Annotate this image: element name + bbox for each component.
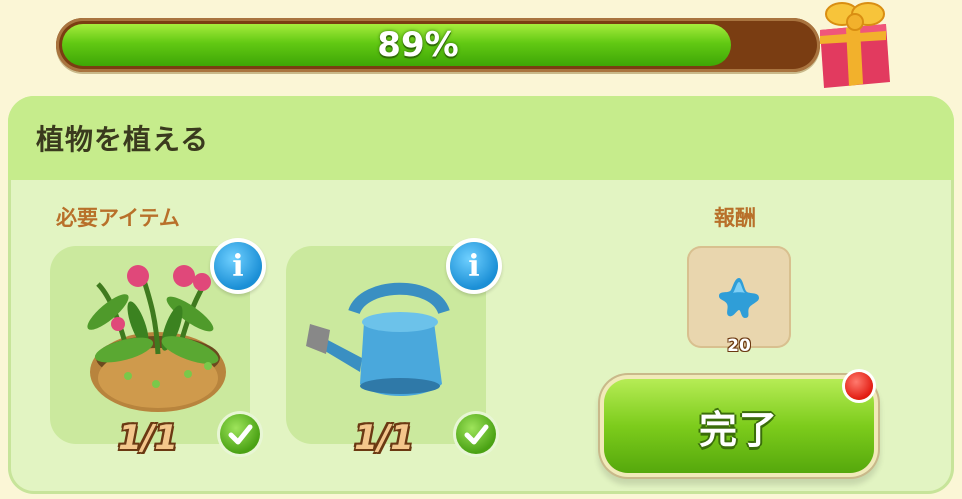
reward-label: 報酬 [714,206,756,230]
check-icon [220,414,260,454]
check-icon [456,414,496,454]
required-item-card-plant[interactable]: i 1/1 [50,242,262,458]
item-count-watering-can: 1/1 [354,418,414,458]
task-panel: 植物を植える 必要アイテム 報酬 i 1/1 i 1/1 20 完了 [8,96,954,494]
item-count-plant: 1/1 [118,418,178,458]
info-button-plant[interactable]: i [214,242,262,290]
info-button-watering-can[interactable]: i [450,242,498,290]
watering-can-icon [306,282,450,396]
blue-star-icon [719,278,759,318]
progress-percent-label: 89% [377,25,459,65]
notification-dot [845,372,873,400]
required-item-card-watering-can[interactable]: i 1/1 [286,242,498,458]
reward-amount: 20 [727,336,751,356]
potted-peony-plant-icon [87,265,226,412]
reward-card [687,246,791,348]
complete-button[interactable]: 完了 [604,379,874,473]
required-items-label: 必要アイテム [56,206,180,230]
task-title: 植物を植える [36,123,210,156]
gift-box-icon[interactable] [806,0,898,90]
